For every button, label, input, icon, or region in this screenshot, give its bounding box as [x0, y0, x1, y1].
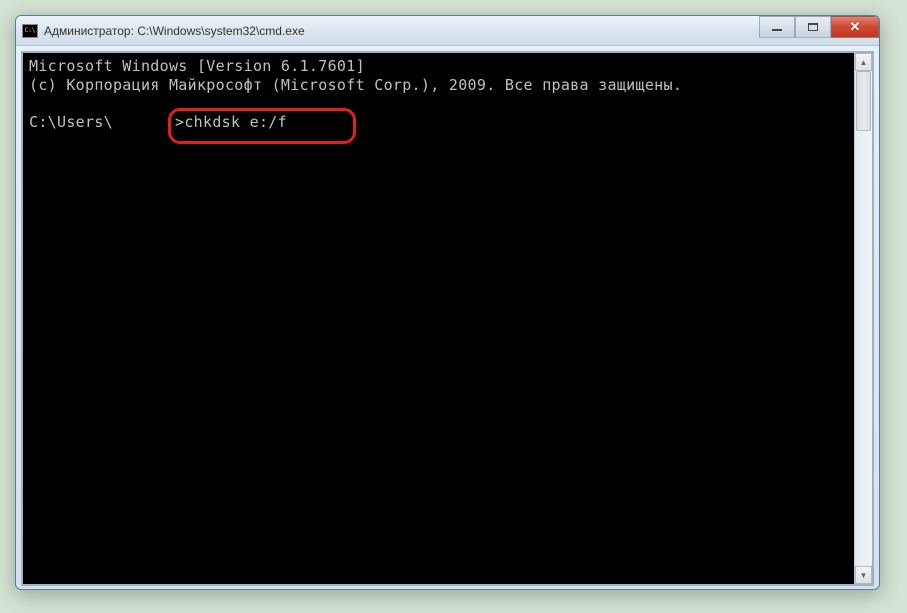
maximize-icon [808, 23, 818, 31]
console-frame: Microsoft Windows [Version 6.1.7601] (c)… [21, 51, 874, 586]
scroll-thumb[interactable] [856, 71, 871, 131]
prompt-suffix: > [175, 113, 184, 131]
cmd-icon: C:\ [22, 24, 38, 38]
vertical-scrollbar[interactable]: ▲ ▼ [854, 53, 872, 584]
scroll-up-button[interactable]: ▲ [855, 53, 872, 71]
copyright-line: (c) Корпорация Майкрософт (Microsoft Cor… [29, 76, 848, 95]
blank-line [29, 95, 848, 114]
version-line: Microsoft Windows [Version 6.1.7601] [29, 57, 848, 76]
titlebar[interactable]: C:\ Администратор: C:\Windows\system32\c… [16, 16, 879, 46]
minimize-icon [772, 29, 782, 31]
prompt-line: C:\Users\ >chkdsk e:/f [29, 113, 848, 132]
close-button[interactable]: ✕ [831, 16, 879, 38]
window-title: Администратор: C:\Windows\system32\cmd.e… [44, 24, 873, 38]
console-output[interactable]: Microsoft Windows [Version 6.1.7601] (c)… [23, 53, 854, 584]
cmd-window: C:\ Администратор: C:\Windows\system32\c… [15, 15, 880, 590]
typed-command: chkdsk e:/f [184, 113, 287, 131]
scroll-track[interactable] [855, 71, 872, 566]
scroll-down-button[interactable]: ▼ [855, 566, 872, 584]
prompt-prefix: C:\Users\ [29, 113, 113, 131]
redacted-username [113, 116, 175, 130]
close-icon: ✕ [850, 19, 861, 35]
window-controls: ✕ [759, 16, 879, 38]
maximize-button[interactable] [795, 16, 831, 38]
cmd-icon-label: C:\ [25, 27, 36, 34]
minimize-button[interactable] [759, 16, 795, 38]
